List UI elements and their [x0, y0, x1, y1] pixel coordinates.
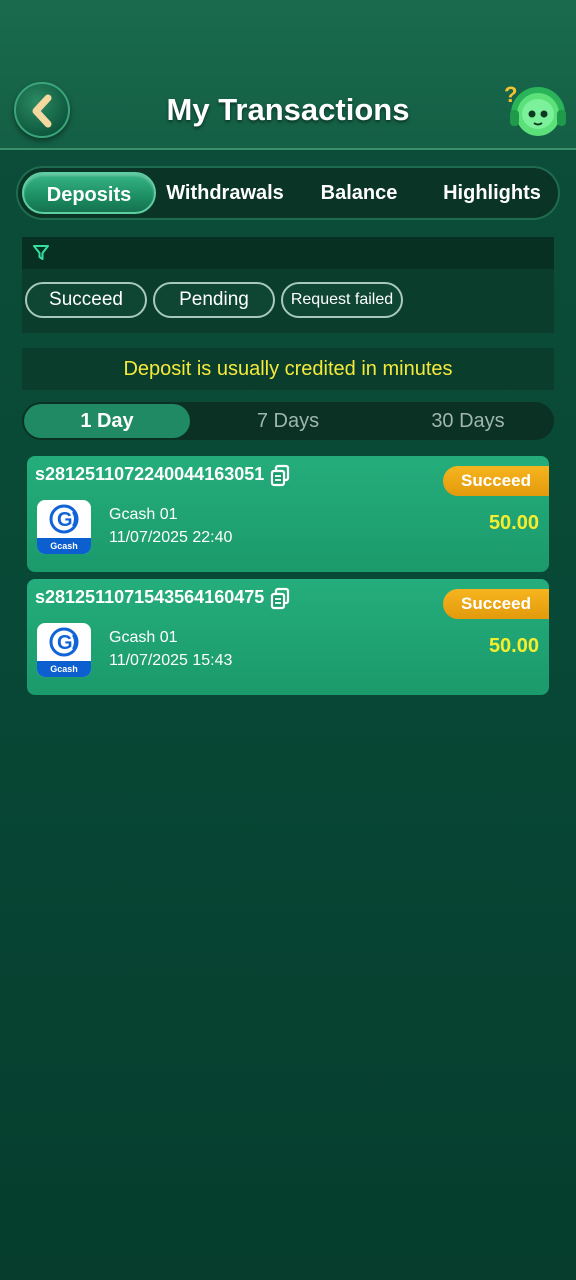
transaction-id: s2812511072240044163051: [35, 464, 265, 484]
transaction-amount: 50.00: [488, 635, 539, 657]
svg-text:?: ?: [504, 82, 517, 107]
transaction-amount: 50.00: [488, 512, 539, 534]
range-30-days[interactable]: 30 Days: [384, 404, 552, 438]
copy-icon[interactable]: [269, 587, 291, 611]
top-bar: My Transactions ?: [0, 0, 576, 150]
svg-text:G: G: [57, 509, 73, 531]
status-badge: Succeed: [443, 589, 549, 619]
payment-method: Gcash 01: [109, 629, 178, 646]
tab-withdrawals[interactable]: Withdrawals: [158, 172, 292, 214]
gcash-logo-icon: G Gcash: [37, 500, 91, 554]
transaction-card[interactable]: s2812511072240044163051 Succeed G Gcash …: [27, 456, 549, 572]
gcash-logo-label: Gcash: [37, 661, 91, 677]
date-range-selector: 1 Day 7 Days 30 Days: [22, 402, 554, 440]
support-mascot-icon: ?: [504, 82, 566, 136]
transaction-datetime: 11/07/2025 15:43: [109, 652, 233, 669]
copy-icon[interactable]: [269, 464, 291, 488]
gcash-logo-label: Gcash: [37, 538, 91, 554]
filter-header: [22, 237, 554, 269]
filter-chip-succeed[interactable]: Succeed: [25, 282, 147, 318]
status-badge: Succeed: [443, 466, 549, 496]
gcash-logo-icon: G Gcash: [37, 623, 91, 677]
transaction-id: s2812511071543564160475: [35, 587, 265, 607]
range-1-day[interactable]: 1 Day: [24, 404, 190, 438]
svg-text:G: G: [57, 632, 73, 654]
filter-chip-request-failed[interactable]: Request failed: [281, 282, 403, 318]
payment-method: Gcash 01: [109, 506, 178, 523]
filter-chip-pending[interactable]: Pending: [153, 282, 275, 318]
tab-highlights[interactable]: Highlights: [426, 172, 558, 214]
range-7-days[interactable]: 7 Days: [204, 404, 372, 438]
page-title: My Transactions: [166, 92, 410, 127]
deposit-notice: Deposit is usually credited in minutes: [22, 348, 554, 390]
category-tabs: Deposits Withdrawals Balance Highlights: [16, 166, 560, 220]
transaction-card[interactable]: s2812511071543564160475 Succeed G Gcash …: [27, 579, 549, 695]
tab-balance[interactable]: Balance: [292, 172, 426, 214]
transaction-datetime: 11/07/2025 22:40: [109, 529, 233, 546]
tab-deposits[interactable]: Deposits: [22, 172, 156, 214]
filter-panel: Succeed Pending Request failed: [22, 237, 554, 333]
support-button[interactable]: ?: [500, 78, 566, 144]
filter-icon[interactable]: [32, 244, 50, 262]
